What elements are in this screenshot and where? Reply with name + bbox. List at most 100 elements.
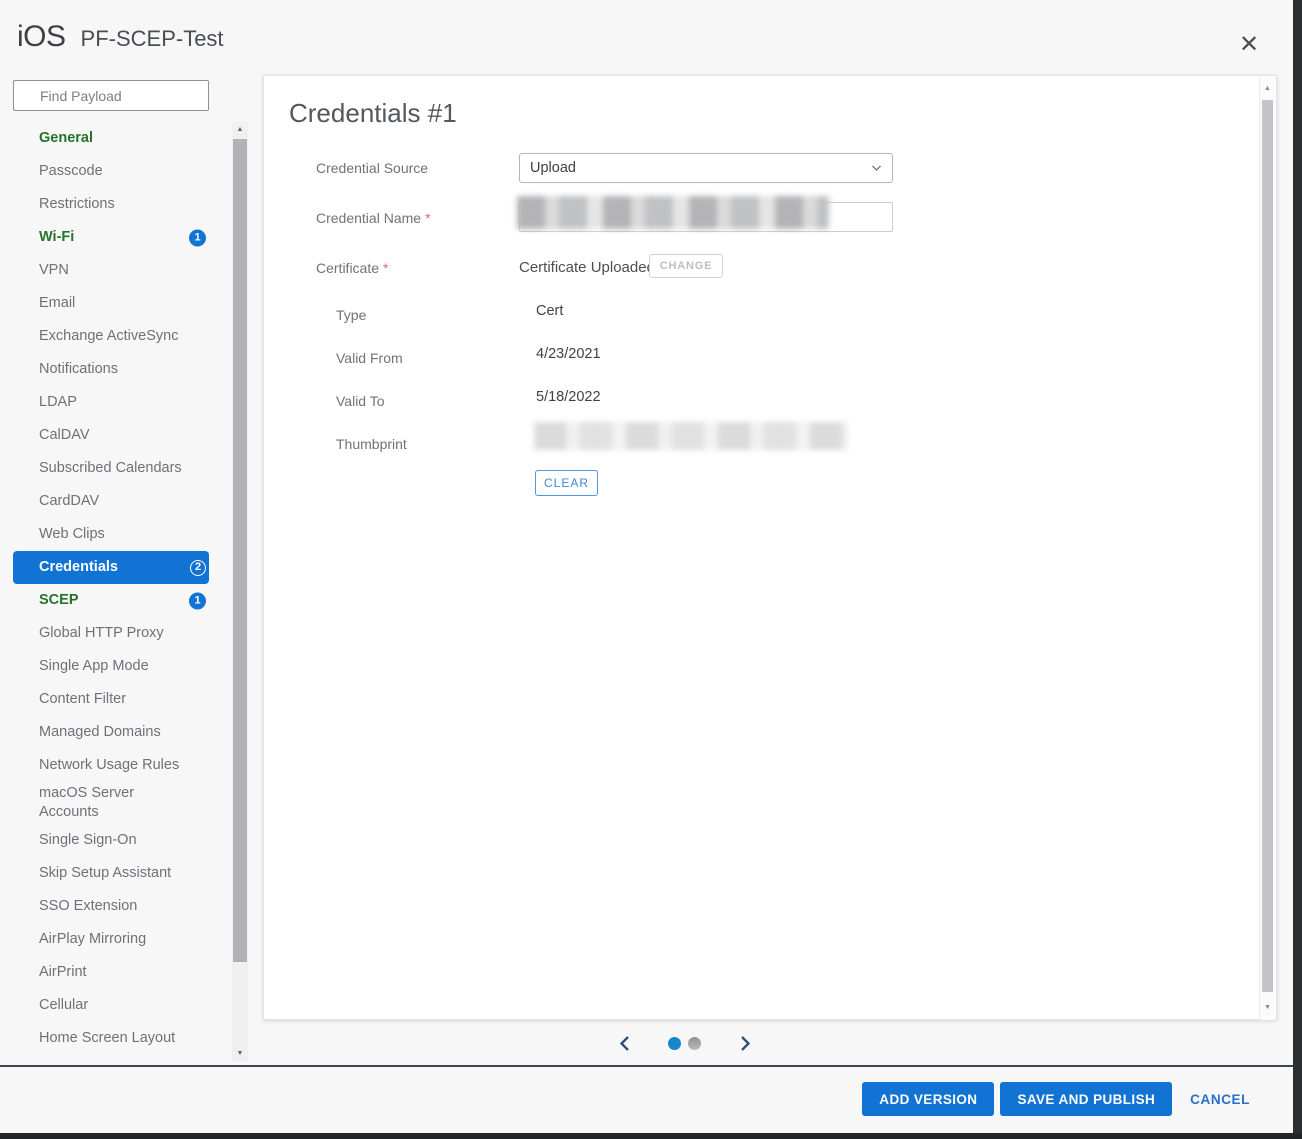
previous-page-icon[interactable] [616, 1034, 632, 1052]
sidebar-scrollbar[interactable]: ▲ ▼ [232, 122, 248, 1062]
sidebar-item-carddav[interactable]: CardDAV [13, 485, 209, 518]
sidebar-item-label: AirPrint [39, 963, 87, 982]
valid-to-value: 5/18/2022 [536, 389, 601, 405]
sidebar-item-credentials[interactable]: Credentials2 [13, 551, 209, 584]
page-dot-2[interactable] [688, 1037, 701, 1050]
add-version-button[interactable]: ADD VERSION [862, 1082, 994, 1116]
sidebar-item-label: Global HTTP Proxy [39, 624, 164, 643]
sidebar-scrollbar-thumb[interactable] [233, 139, 247, 962]
sidebar-item-ldap[interactable]: LDAP [13, 386, 209, 419]
sidebar-item-passcode[interactable]: Passcode [13, 155, 209, 188]
sidebar-item-scep[interactable]: SCEP 1 [13, 584, 209, 617]
valid-from-label: Valid From [336, 350, 403, 366]
chevron-down-icon [871, 165, 882, 172]
sidebar-item-macos-server-accounts[interactable]: macOS Server Accounts [13, 782, 209, 824]
sidebar-item-label: SSO Extension [39, 897, 137, 916]
sidebar-item-web-clips[interactable]: Web Clips [13, 518, 209, 551]
credential-source-label: Credential Source [316, 160, 428, 176]
sidebar-item-label: Restrictions [39, 195, 115, 214]
sidebar-item-label: Exchange ActiveSync [39, 327, 178, 346]
sidebar-item-wi-fi[interactable]: Wi-Fi 1 [13, 221, 209, 254]
close-icon[interactable]: ✕ [1236, 32, 1262, 58]
clear-certificate-button[interactable]: CLEAR [535, 470, 598, 496]
sidebar-item-label: SCEP [39, 591, 79, 610]
credential-name-label: Credential Name* [316, 210, 431, 226]
valid-to-label: Valid To [336, 393, 385, 409]
required-asterisk: * [383, 260, 388, 276]
scroll-down-icon[interactable]: ▼ [1260, 1000, 1275, 1016]
sidebar-item-label: Notifications [39, 360, 118, 379]
sidebar-item-label: General [39, 129, 93, 148]
sidebar-item-caldav[interactable]: CalDAV [13, 419, 209, 452]
sidebar-item-label: macOS Server Accounts [39, 784, 191, 822]
sidebar-item-label: AirPlay Mirroring [39, 930, 146, 949]
find-payload-input[interactable] [13, 80, 209, 111]
panel-scrollbar-thumb[interactable] [1262, 100, 1273, 992]
sidebar-item-label: VPN [39, 261, 69, 280]
thumbprint-label: Thumbprint [336, 436, 407, 452]
sidebar-item-label: Single App Mode [39, 657, 149, 676]
page-dots [668, 1037, 701, 1050]
window-header: iOS PF-SCEP-Test [17, 20, 224, 54]
platform-label: iOS [17, 20, 66, 54]
page-dot-1[interactable] [668, 1037, 681, 1050]
sidebar-item-general[interactable]: General [13, 122, 209, 155]
sidebar-item-label: Skip Setup Assistant [39, 864, 171, 883]
sidebar-item-skip-setup-assistant[interactable]: Skip Setup Assistant [13, 857, 209, 890]
change-certificate-button[interactable]: CHANGE [649, 254, 723, 278]
panel-title: Credentials #1 [289, 98, 457, 129]
sidebar-item-subscribed-calendars[interactable]: Subscribed Calendars [13, 452, 209, 485]
sidebar-item-label: Credentials [39, 558, 118, 577]
profile-editor-modal: iOS PF-SCEP-Test ✕ General Passcode Restri… [0, 0, 1302, 1139]
credential-source-value: Upload [530, 160, 871, 176]
panel-scrollbar[interactable]: ▲ ▼ [1259, 77, 1275, 1020]
sidebar-item-single-app-mode[interactable]: Single App Mode [13, 650, 209, 683]
sidebar-item-vpn[interactable]: VPN [13, 254, 209, 287]
payload-list: General Passcode Restrictions Wi-Fi 1 VPN Emai… [13, 122, 209, 1055]
sidebar-item-label: Subscribed Calendars [39, 459, 182, 478]
save-and-publish-button[interactable]: SAVE AND PUBLISH [1000, 1082, 1172, 1116]
sidebar-item-restrictions[interactable]: Restrictions [13, 188, 209, 221]
sidebar-item-content-filter[interactable]: Content Filter [13, 683, 209, 716]
payload-count-badge: 1 [189, 229, 206, 246]
sidebar-item-label: Passcode [39, 162, 103, 181]
sidebar-item-cellular[interactable]: Cellular [13, 989, 209, 1022]
sidebar-item-home-screen-layout[interactable]: Home Screen Layout [13, 1022, 209, 1055]
valid-from-value: 4/23/2021 [536, 346, 601, 362]
sidebar-item-label: CardDAV [39, 492, 99, 511]
sidebar-item-network-usage-rules[interactable]: Network Usage Rules [13, 749, 209, 782]
sidebar-item-airplay-mirroring[interactable]: AirPlay Mirroring [13, 923, 209, 956]
sidebar-item-single-sign-on[interactable]: Single Sign-On [13, 824, 209, 857]
sidebar-item-managed-domains[interactable]: Managed Domains [13, 716, 209, 749]
sidebar-item-label: Content Filter [39, 690, 126, 709]
sidebar-item-label: Network Usage Rules [39, 756, 179, 775]
scroll-up-icon[interactable]: ▲ [1260, 81, 1275, 97]
footer-actions: ADD VERSION SAVE AND PUBLISH CANCEL [862, 1082, 1250, 1116]
sidebar-item-label: Wi-Fi [39, 228, 74, 247]
sidebar-item-label: LDAP [39, 393, 77, 412]
certificate-label: Certificate* [316, 260, 388, 276]
credential-name-input[interactable] [519, 202, 893, 232]
sidebar-item-label: CalDAV [39, 426, 90, 445]
sidebar-item-label: Cellular [39, 996, 88, 1015]
type-value: Cert [536, 303, 563, 319]
profile-title: PF-SCEP-Test [81, 26, 224, 52]
certificate-status: Certificate Uploaded [519, 259, 655, 276]
scroll-up-icon[interactable]: ▲ [232, 122, 248, 138]
footer-divider [0, 1065, 1293, 1067]
next-page-icon[interactable] [737, 1034, 753, 1052]
payload-panel: Credentials #1 Credential Source Upload … [263, 75, 1277, 1020]
credential-source-select[interactable]: Upload [519, 153, 893, 183]
sidebar-item-exchange-activesync[interactable]: Exchange ActiveSync [13, 320, 209, 353]
sidebar-item-notifications[interactable]: Notifications [13, 353, 209, 386]
required-asterisk: * [425, 210, 430, 226]
sidebar-item-label: Email [39, 294, 75, 313]
sidebar-item-sso-extension[interactable]: SSO Extension [13, 890, 209, 923]
payload-count-badge: 1 [189, 592, 206, 609]
sidebar-item-email[interactable]: Email [13, 287, 209, 320]
sidebar-item-global-http-proxy[interactable]: Global HTTP Proxy [13, 617, 209, 650]
scroll-down-icon[interactable]: ▼ [232, 1046, 248, 1062]
cancel-button[interactable]: CANCEL [1190, 1092, 1250, 1107]
background-edge-bottom [0, 1133, 1302, 1139]
sidebar-item-airprint[interactable]: AirPrint [13, 956, 209, 989]
